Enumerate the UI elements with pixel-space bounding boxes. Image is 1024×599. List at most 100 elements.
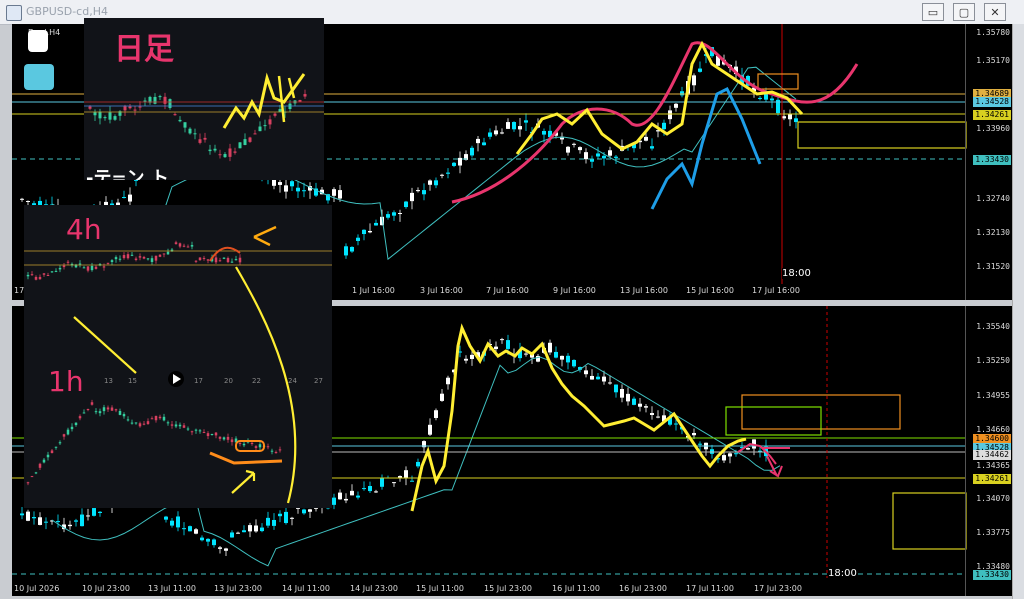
candle-body xyxy=(230,532,234,538)
candle-body xyxy=(578,147,582,151)
candle-body xyxy=(548,342,552,353)
top-time-label: 17 Jul 16:00 xyxy=(752,286,800,295)
daily-annotation: 日足 xyxy=(114,32,174,67)
candle-body xyxy=(274,452,278,454)
candle-body xyxy=(80,514,84,527)
candle-body xyxy=(98,511,102,514)
candle-body xyxy=(284,511,288,524)
overlay-axis-label: 17 xyxy=(194,377,203,385)
candle-body xyxy=(70,426,74,430)
bottom-time-label: 10 Jul 23:00 xyxy=(82,584,130,593)
candle-body xyxy=(746,448,750,450)
candle-body xyxy=(698,68,702,72)
candle-body xyxy=(494,346,498,350)
candle-body xyxy=(38,517,42,525)
candle-body xyxy=(566,146,570,153)
candle-body xyxy=(404,201,408,208)
candle-body xyxy=(218,260,222,262)
candle-body xyxy=(350,490,354,496)
candle-body xyxy=(278,513,282,517)
candle-body xyxy=(632,398,636,405)
candle-body xyxy=(126,254,130,259)
candle-body xyxy=(94,266,98,269)
candle-body xyxy=(54,446,58,448)
close-button[interactable]: ✕ xyxy=(984,3,1006,21)
candle-body xyxy=(30,274,34,276)
candle-body xyxy=(138,423,142,427)
candle-body xyxy=(174,424,178,427)
candle-body xyxy=(590,375,594,380)
candle-body xyxy=(82,412,86,414)
candle-body xyxy=(194,260,198,262)
candle-body xyxy=(626,393,630,402)
top-yellow-box xyxy=(797,121,967,149)
candle-body xyxy=(332,189,336,196)
candle-body xyxy=(458,157,462,166)
bottom-time-label: 17 Jul 11:00 xyxy=(686,584,734,593)
top-time-label: 15 Jul 16:00 xyxy=(686,286,734,295)
candle-body xyxy=(223,154,227,158)
bottom-time-label: 13 Jul 11:00 xyxy=(148,584,196,593)
candle-body xyxy=(356,495,360,498)
candle-body xyxy=(638,403,642,407)
candle-body xyxy=(728,453,732,457)
candle-body xyxy=(512,122,516,130)
candle-body xyxy=(102,407,106,412)
candle-body xyxy=(134,179,138,181)
top-time-label: 1 Jul 16:00 xyxy=(352,286,395,295)
bottom-time-label: 17 Jul 23:00 xyxy=(754,584,802,593)
candle-body xyxy=(62,434,66,437)
candle-body xyxy=(190,245,194,247)
candle-body xyxy=(66,261,70,263)
candle-body xyxy=(176,516,180,528)
top-price-axis[interactable]: 1.35780 1.35170 1.33960 1.32740 1.32130 … xyxy=(965,24,1012,300)
candle-body xyxy=(650,413,654,415)
candle-body xyxy=(698,443,702,445)
candle-body xyxy=(344,498,348,501)
candle-body xyxy=(350,246,354,252)
candle-body xyxy=(278,109,282,112)
candle-body xyxy=(566,355,570,363)
candle-body xyxy=(86,515,90,517)
candle-body xyxy=(174,242,178,245)
candle-body xyxy=(302,509,306,514)
candle-body xyxy=(92,508,96,516)
candle-body xyxy=(206,259,210,261)
candle-body xyxy=(608,150,612,156)
candle-body xyxy=(242,530,246,533)
candle-body xyxy=(182,425,186,428)
candle-body xyxy=(230,439,234,443)
candle-body xyxy=(34,276,38,280)
candle-body xyxy=(173,114,177,116)
candle-body xyxy=(26,200,30,202)
candle-body xyxy=(263,125,267,127)
bottom-price-axis[interactable]: 1.35540 1.35250 1.34955 1.34660 1.34365 … xyxy=(965,306,1012,596)
candle-body xyxy=(222,257,226,259)
candle-body xyxy=(186,246,190,248)
candle-body xyxy=(434,410,438,418)
candle-body xyxy=(303,94,307,97)
candle-body xyxy=(38,276,42,280)
candle-body xyxy=(182,245,186,247)
candle-body xyxy=(518,126,522,130)
candle-body xyxy=(278,182,282,185)
candle-body xyxy=(268,119,272,125)
candle-body xyxy=(178,243,182,247)
candle-body xyxy=(198,430,202,432)
candle-body xyxy=(128,106,132,109)
restore-button[interactable]: ▢ xyxy=(953,3,975,21)
candle-body xyxy=(428,180,432,185)
candle-body xyxy=(572,143,576,145)
top-time-label: 7 Jul 16:00 xyxy=(486,286,529,295)
minimize-button[interactable]: ▭ xyxy=(922,3,944,21)
candle-body xyxy=(133,109,137,111)
candle-body xyxy=(266,517,270,526)
candle-body xyxy=(86,409,90,411)
bottom-green-box xyxy=(725,406,822,436)
candle-body xyxy=(20,513,24,516)
chart-window-icon xyxy=(6,5,22,21)
candle-body xyxy=(62,265,66,268)
candle-body xyxy=(166,251,170,255)
candle-body xyxy=(440,393,444,401)
right-scrollbar[interactable] xyxy=(1012,24,1024,599)
